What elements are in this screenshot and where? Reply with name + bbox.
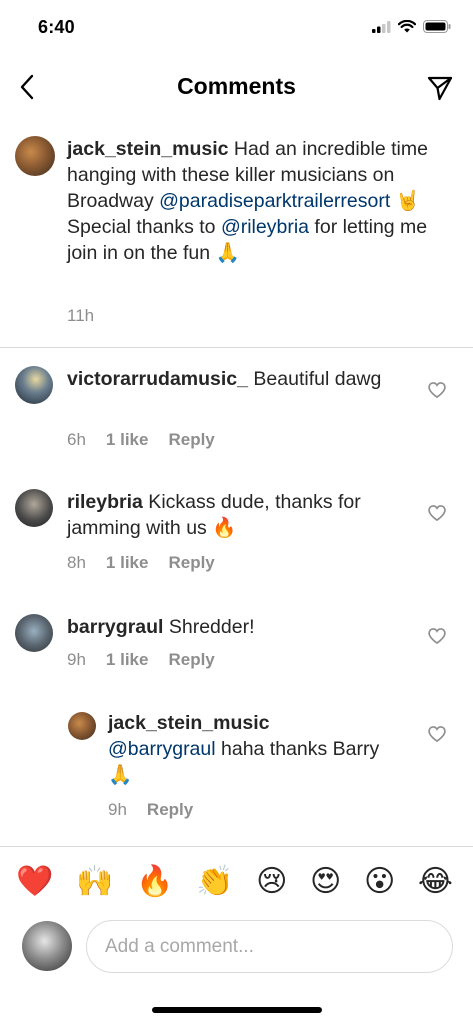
emoji-surprised-face[interactable]: 😮 bbox=[364, 864, 395, 899]
comment-like-count[interactable]: 1 like bbox=[106, 650, 149, 670]
cellular-signal-icon bbox=[372, 20, 391, 33]
comment-timestamp: 6h bbox=[67, 430, 86, 449]
status-bar: 6:40 bbox=[0, 0, 473, 52]
reply-button[interactable]: Reply bbox=[147, 800, 193, 820]
comment-meta: 8h 1 like Reply bbox=[67, 553, 215, 573]
emoji-fire[interactable]: 🔥 bbox=[136, 864, 173, 899]
avatar[interactable] bbox=[15, 366, 53, 404]
caption-mention-resort[interactable]: @paradiseparktrailerresort bbox=[159, 190, 390, 212]
current-user-avatar bbox=[22, 921, 72, 971]
comment-meta: 6h 1 like Reply bbox=[67, 430, 215, 450]
reply-timestamp: 9h bbox=[108, 800, 127, 819]
reply-item: jack_stein_music @barrygraul haha thanks … bbox=[0, 710, 473, 830]
wifi-icon bbox=[398, 20, 416, 33]
comment-text: barrygraul Shredder! bbox=[67, 614, 422, 640]
nav-bar: Comments bbox=[0, 60, 473, 116]
comment-item: victorarrudamusic_ Beautiful dawg 6h 1 l… bbox=[0, 366, 473, 466]
comment-username[interactable]: barrygraul bbox=[67, 616, 163, 638]
page-title: Comments bbox=[177, 73, 296, 99]
emoji-raising-hands[interactable]: 🙌 bbox=[76, 864, 113, 899]
heart-icon[interactable] bbox=[427, 724, 447, 744]
avatar[interactable] bbox=[15, 614, 53, 652]
comment-item: barrygraul Shredder! 9h 1 like Reply bbox=[0, 614, 473, 694]
emoji-reaction-bar: ❤️ 🙌 🔥 👏 😢 😍 😮 😂 bbox=[0, 846, 473, 916]
emoji-crying-face[interactable]: 😢 bbox=[256, 864, 287, 899]
comment-meta: 9h 1 like Reply bbox=[67, 650, 215, 670]
comment-body: Beautiful dawg bbox=[248, 368, 382, 390]
reply-button[interactable]: Reply bbox=[168, 430, 214, 450]
comment-like-count[interactable]: 1 like bbox=[106, 553, 149, 573]
paper-plane-icon bbox=[427, 76, 453, 101]
comment-item: rileybria Kickass dude, thanks for jammi… bbox=[0, 489, 473, 589]
comment-text: victorarrudamusic_ Beautiful dawg bbox=[67, 366, 422, 392]
comment-timestamp: 9h bbox=[67, 650, 86, 669]
reply-button[interactable]: Reply bbox=[168, 553, 214, 573]
comment-composer bbox=[0, 918, 473, 978]
emoji-clapping-hands[interactable]: 👏 bbox=[196, 864, 233, 899]
post-caption: jack_stein_music Had an incredible time … bbox=[0, 132, 473, 348]
home-indicator bbox=[152, 1007, 322, 1013]
comment-like-count[interactable]: 1 like bbox=[106, 430, 149, 450]
caption-timestamp: 11h bbox=[67, 306, 95, 325]
comment-text: rileybria Kickass dude, thanks for jammi… bbox=[67, 489, 422, 541]
caption-username[interactable]: jack_stein_music bbox=[67, 138, 229, 160]
emoji-tears-of-joy[interactable]: 😂 bbox=[418, 864, 453, 899]
avatar[interactable] bbox=[15, 489, 53, 527]
comment-username[interactable]: rileybria bbox=[67, 491, 143, 513]
avatar[interactable] bbox=[68, 712, 96, 740]
comment-timestamp: 8h bbox=[67, 553, 86, 572]
caption-text: jack_stein_music Had an incredible time … bbox=[67, 136, 459, 266]
share-button[interactable] bbox=[423, 71, 457, 105]
status-icons bbox=[372, 20, 451, 33]
avatar[interactable] bbox=[15, 136, 55, 176]
status-time: 6:40 bbox=[38, 17, 75, 37]
reply-mention[interactable]: @barrygraul bbox=[108, 738, 216, 760]
comment-input[interactable] bbox=[86, 920, 453, 973]
heart-icon[interactable] bbox=[427, 380, 447, 400]
battery-icon bbox=[423, 20, 451, 33]
comment-username[interactable]: victorarrudamusic_ bbox=[67, 368, 248, 390]
comment-body: Shredder! bbox=[163, 616, 255, 638]
reply-username[interactable]: jack_stein_music bbox=[108, 712, 270, 734]
heart-icon[interactable] bbox=[427, 626, 447, 646]
heart-icon[interactable] bbox=[427, 503, 447, 523]
reply-text: jack_stein_music @barrygraul haha thanks … bbox=[108, 710, 408, 788]
caption-mention-rileybria[interactable]: @rileybria bbox=[221, 216, 309, 238]
reply-button[interactable]: Reply bbox=[168, 650, 214, 670]
emoji-heart-eyes[interactable]: 😍 bbox=[310, 864, 341, 899]
reply-meta: 9h Reply bbox=[108, 800, 193, 820]
emoji-red-heart[interactable]: ❤️ bbox=[16, 864, 53, 899]
